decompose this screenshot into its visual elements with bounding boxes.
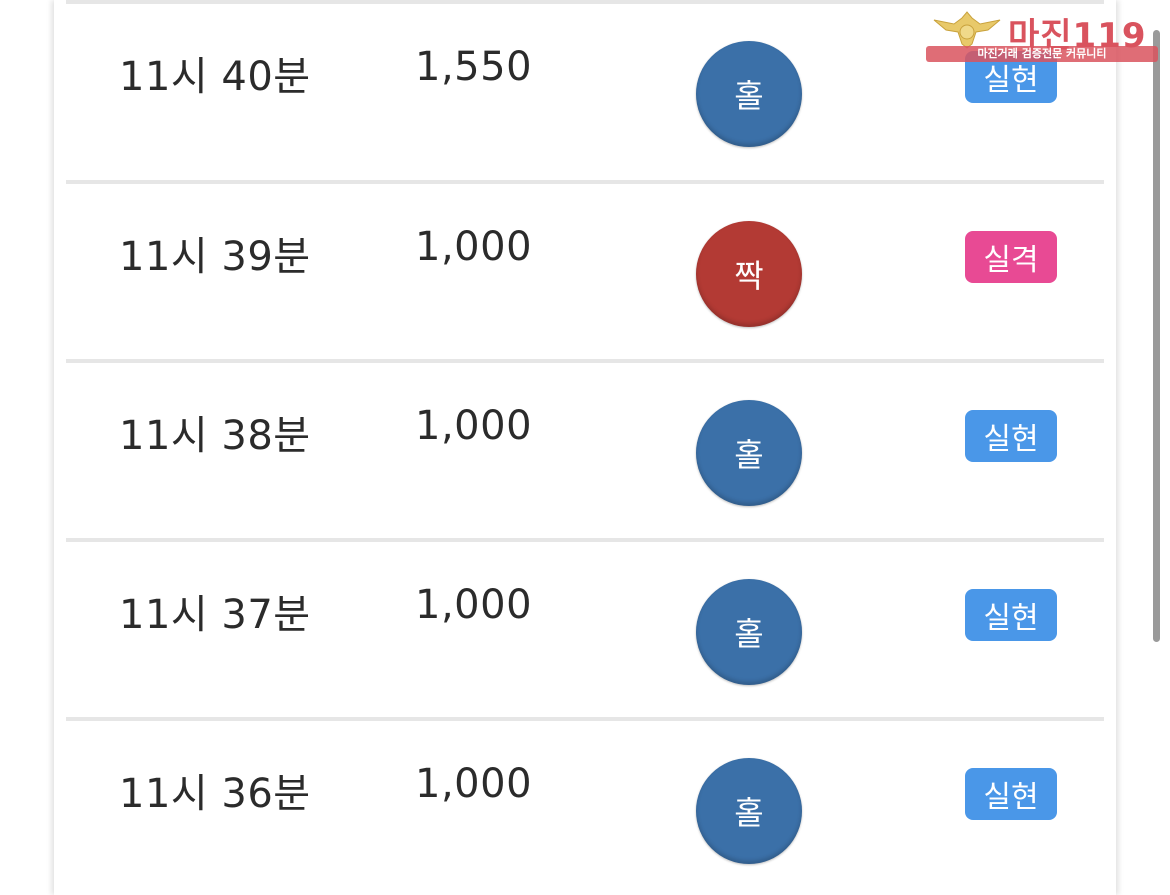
row-amount: 1,000 [415, 761, 533, 807]
row-time: 11시 40분 [119, 54, 311, 100]
row-time: 11시 39분 [119, 234, 311, 280]
row-amount: 1,000 [415, 403, 533, 449]
row-amount: 1,000 [415, 224, 533, 270]
pick-ball-odd: 홀 [696, 758, 802, 864]
scrollbar[interactable] [1153, 30, 1160, 642]
list-item[interactable]: 11시 38분 1,000 홀 실현 [66, 359, 1104, 538]
result-badge: 실현 [965, 410, 1057, 462]
result-badge: 실현 [965, 589, 1057, 641]
list-item[interactable]: 11시 36분 1,000 홀 실현 [66, 717, 1104, 895]
screen: 11시 40분 1,550 홀 실현 11시 39분 1,000 짝 실격 11… [0, 0, 1170, 895]
pick-ball-even: 짝 [696, 221, 802, 327]
eagle-emblem-icon [933, 11, 1001, 49]
watermark-subtitle: 마진거래 검증전문 커뮤니티 [926, 46, 1158, 62]
row-amount: 1,550 [415, 44, 533, 90]
row-amount: 1,000 [415, 582, 533, 628]
list-item[interactable]: 11시 37분 1,000 홀 실현 [66, 538, 1104, 717]
result-badge: 실격 [965, 231, 1057, 283]
list-item[interactable]: 11시 39분 1,000 짝 실격 [66, 180, 1104, 359]
pick-ball-odd: 홀 [696, 579, 802, 685]
watermark-logo: 마진119 마진거래 검증전문 커뮤니티 [926, 8, 1158, 64]
row-time: 11시 38분 [119, 413, 311, 459]
result-badge: 실현 [965, 768, 1057, 820]
row-time: 11시 36분 [119, 771, 311, 817]
row-time: 11시 37분 [119, 592, 311, 638]
pick-ball-odd: 홀 [696, 400, 802, 506]
pick-ball-odd: 홀 [696, 41, 802, 147]
